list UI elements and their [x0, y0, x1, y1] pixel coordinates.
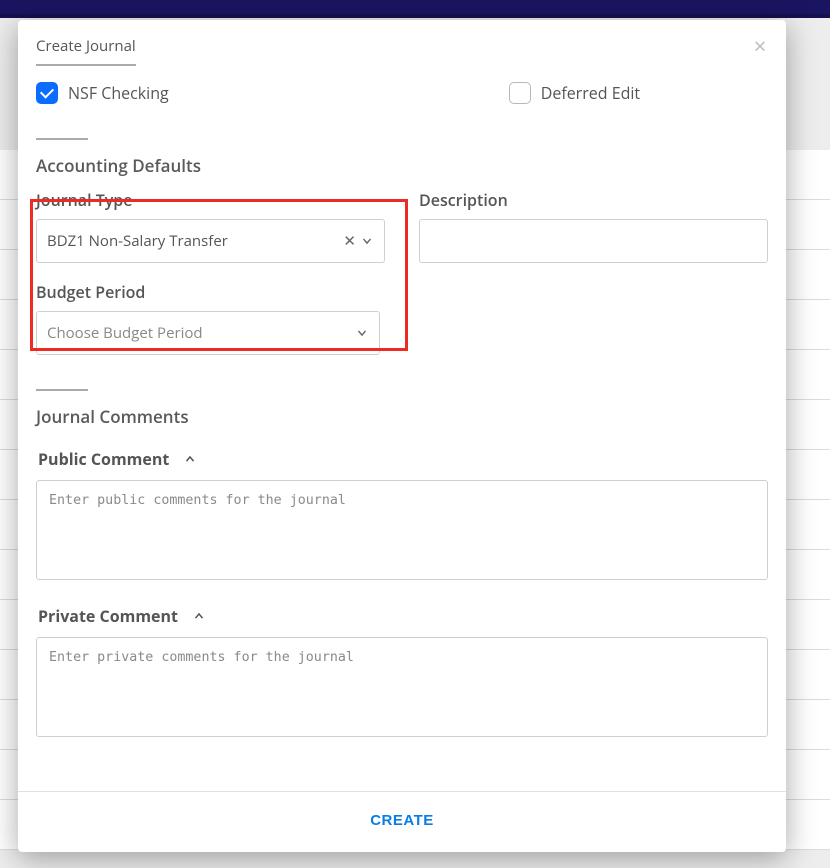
public-comment-toggle[interactable]: Public Comment	[38, 448, 768, 470]
nsf-checking-checkbox[interactable]	[36, 82, 58, 104]
description-label: Description	[419, 189, 768, 211]
private-comment-textarea[interactable]	[36, 637, 768, 737]
chevron-up-icon	[183, 452, 197, 466]
close-icon[interactable]: ×	[748, 34, 772, 58]
journal-comments-heading: Journal Comments	[36, 389, 768, 428]
journal-type-label: Journal Type	[36, 189, 385, 211]
chevron-down-icon[interactable]	[360, 234, 374, 248]
public-comment-textarea[interactable]	[36, 480, 768, 580]
private-comment-label: Private Comment	[38, 605, 178, 627]
chevron-up-icon	[192, 609, 206, 623]
modal-title: Create Journal	[36, 36, 136, 66]
public-comment-label: Public Comment	[38, 448, 169, 470]
description-input[interactable]	[419, 219, 768, 263]
budget-period-label: Budget Period	[36, 281, 380, 303]
budget-period-select[interactable]: Choose Budget Period	[36, 311, 380, 355]
budget-period-placeholder: Choose Budget Period	[47, 323, 355, 343]
create-journal-modal: Create Journal × NSF Checking Deferred E…	[18, 20, 786, 852]
journal-type-value: BDZ1 Non-Salary Transfer	[47, 231, 343, 251]
accounting-defaults-heading: Accounting Defaults	[36, 138, 768, 177]
clear-icon[interactable]: ✕	[343, 231, 356, 251]
description-text-field[interactable]	[430, 230, 757, 252]
chevron-down-icon[interactable]	[355, 326, 369, 340]
private-comment-toggle[interactable]: Private Comment	[38, 605, 768, 627]
journal-type-select[interactable]: BDZ1 Non-Salary Transfer ✕	[36, 219, 385, 263]
create-button[interactable]: CREATE	[364, 811, 440, 830]
modal-header: Create Journal ×	[18, 20, 786, 70]
nsf-checking-label: NSF Checking	[68, 82, 169, 104]
modal-body: NSF Checking Deferred Edit Accounting De…	[18, 70, 786, 791]
deferred-edit-label: Deferred Edit	[541, 82, 640, 104]
modal-footer: CREATE	[18, 791, 786, 852]
deferred-edit-checkbox[interactable]	[509, 82, 531, 104]
